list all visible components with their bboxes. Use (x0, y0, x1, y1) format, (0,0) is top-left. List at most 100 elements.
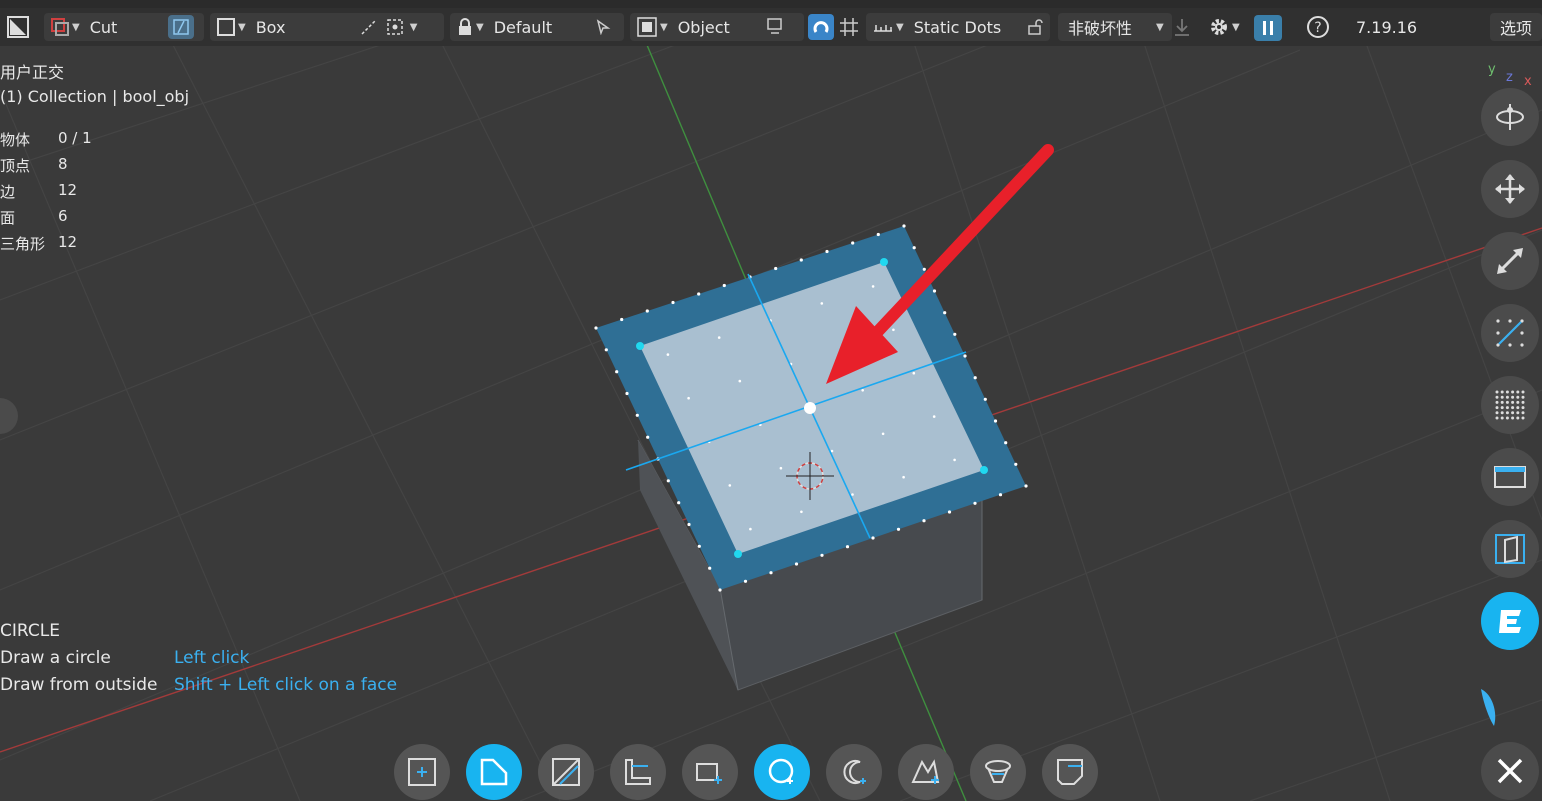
grid-dot (800, 510, 803, 514)
dot-grid-dot (1495, 411, 1499, 415)
grid-dot (615, 370, 619, 374)
dot-grid-dot (1521, 400, 1525, 404)
close-button[interactable] (1481, 742, 1539, 800)
alignment-dropdown[interactable]: ▼ Default (450, 13, 624, 41)
pause-button[interactable] (1254, 14, 1282, 42)
cut-slice-button[interactable] (466, 744, 522, 800)
dot-grid-button[interactable] (1481, 376, 1539, 434)
stat-label: 物体 (0, 131, 31, 149)
dot-grid-dot (1511, 390, 1515, 394)
frame-icon (1494, 466, 1526, 488)
grid-dot (932, 415, 936, 418)
center-point[interactable] (804, 402, 816, 414)
grid-dot (902, 224, 906, 228)
gear-icon (1211, 19, 1227, 35)
grid-line-button[interactable] (1481, 304, 1539, 362)
stat-label: 边 (0, 183, 16, 201)
shape-dropdown[interactable]: ▼ Box ▼ (210, 13, 444, 41)
circle-icon (768, 758, 794, 784)
add-box-button[interactable] (394, 744, 450, 800)
ngon-button[interactable] (898, 744, 954, 800)
hint-title: CIRCLE (0, 621, 60, 641)
dot-grid-dot (1505, 390, 1509, 394)
dot-grid-dot (1516, 411, 1520, 415)
grid-dot (851, 493, 854, 496)
monitor-link-icon[interactable] (764, 15, 790, 39)
grid-dot (983, 397, 987, 401)
grid-dot (671, 300, 675, 305)
cut-mode-icon (51, 18, 69, 36)
pause-icon (1254, 15, 1282, 41)
dot-grid-icon (1495, 390, 1525, 420)
dot-grid-dot (1505, 395, 1509, 399)
chevron-down-icon: ▼ (409, 21, 418, 33)
grid-dot (998, 493, 1003, 497)
ngon-icon (911, 759, 940, 784)
grid-dot (738, 379, 742, 383)
display-dropdown[interactable]: ▼ Static Dots (866, 13, 1050, 41)
grid-dot (666, 353, 670, 356)
dot-grid-dot (1516, 390, 1520, 394)
top-strip (0, 0, 1542, 8)
orbit-button[interactable] (1481, 88, 1539, 146)
view-name: 用户正交 (0, 63, 65, 82)
alignment-label: Default (493, 17, 553, 37)
grid-dot (947, 510, 952, 514)
editor-type-button[interactable] (4, 13, 32, 41)
apply-button[interactable] (1172, 13, 1198, 41)
target-dropdown[interactable]: ▼ Object (630, 13, 804, 41)
orbit-icon (1496, 104, 1524, 130)
stat-label: 顶点 (0, 157, 31, 175)
diagonal-icon[interactable] (356, 15, 382, 39)
rotate-button[interactable] (970, 744, 1026, 800)
circle-button[interactable] (754, 744, 810, 800)
box-add-button[interactable] (682, 744, 738, 800)
stat-value: 6 (58, 207, 68, 225)
circle-add-button[interactable] (826, 744, 882, 800)
slice-button[interactable] (538, 744, 594, 800)
grid-snap-button[interactable] (838, 13, 864, 41)
panel-button[interactable] (1481, 520, 1539, 578)
hint-key: Draw a circle (0, 648, 111, 668)
grid-dot (820, 302, 824, 305)
stat-value: 12 (58, 181, 78, 199)
grid-dot (749, 527, 752, 531)
dot-grid-dot (1505, 416, 1509, 420)
grid-dot (922, 519, 926, 523)
grid-dot (871, 536, 875, 540)
object-icon (637, 17, 657, 37)
mode-dropdown[interactable]: ▼ Cut (44, 13, 204, 41)
grid-dot (645, 309, 649, 313)
grid-dot (922, 267, 926, 271)
origin-icon[interactable] (382, 15, 408, 39)
boolean-mode-dropdown[interactable]: 非破坏性 ▼ (1058, 13, 1172, 41)
help-button[interactable]: ? (1306, 13, 1334, 41)
download-icon (1175, 19, 1189, 36)
brush-icon[interactable] (1478, 686, 1502, 730)
grid-dot (896, 527, 901, 531)
dot-grid-dot (1521, 390, 1525, 394)
grid-dot (845, 545, 850, 549)
knife-button[interactable] (1042, 744, 1098, 800)
dot-grid-dot (1511, 395, 1515, 399)
magnet-icon (808, 14, 834, 40)
grid-dot (820, 553, 824, 557)
move-button[interactable] (1481, 160, 1539, 218)
dot-grid-dot (1500, 400, 1504, 404)
e-logo-button[interactable] (1481, 592, 1539, 650)
scale-button[interactable] (1481, 232, 1539, 290)
snap-magnet-button[interactable] (808, 14, 834, 40)
frame-button[interactable] (1481, 448, 1539, 506)
unlock-icon[interactable] (1022, 15, 1048, 39)
grid-dot (743, 579, 748, 583)
stat-value: 12 (58, 233, 78, 251)
circle-add-icon (843, 760, 866, 784)
grid-dot (774, 266, 778, 271)
settings-button[interactable]: ▼ (1208, 13, 1252, 41)
mode-toggle-icon[interactable] (167, 15, 194, 39)
corner-button[interactable] (610, 744, 666, 800)
pointer-icon[interactable] (590, 15, 616, 39)
grid-dot (728, 484, 732, 487)
dot-grid-dot (1500, 411, 1504, 415)
options-button[interactable]: 选项 (1490, 13, 1542, 41)
